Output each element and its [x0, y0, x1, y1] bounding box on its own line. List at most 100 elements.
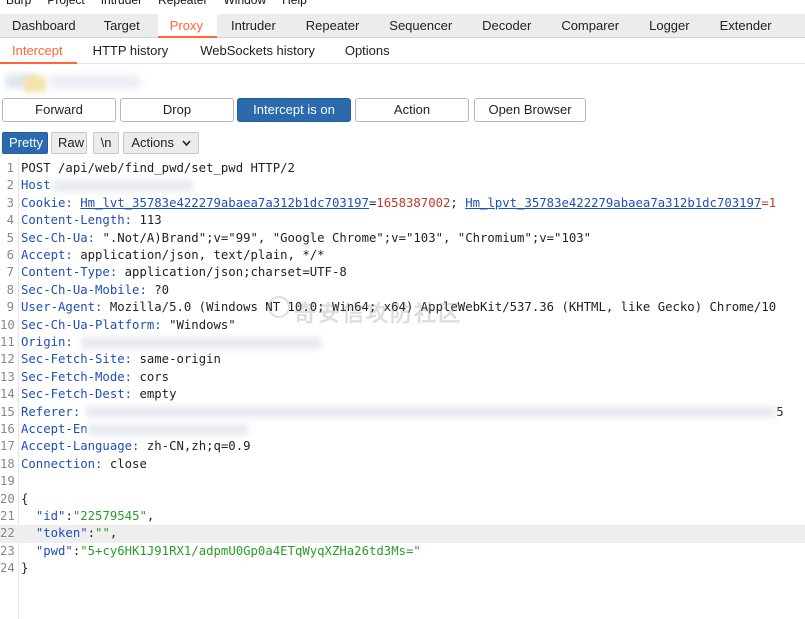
pretty-button[interactable]: Pretty	[2, 132, 48, 154]
intercept-toggle-button[interactable]: Intercept is on	[237, 98, 351, 122]
forward-button[interactable]: Forward	[2, 98, 116, 122]
code-line: 21 "id":"22579545",	[0, 508, 805, 525]
code-line: 11 Origin:	[0, 334, 805, 351]
header-key: Content-Length:	[21, 213, 133, 228]
action-button[interactable]: Action	[355, 98, 469, 122]
tab-sequencer[interactable]: Sequencer	[373, 14, 466, 38]
header-value: ".Not/A)Brand";v="99", "Google Chrome";v…	[95, 230, 592, 245]
header-key: Accept:	[21, 248, 73, 262]
tab-logger[interactable]: Logger	[633, 14, 705, 38]
line-number: 1	[6, 161, 14, 175]
line-number: 19	[0, 474, 15, 489]
tab-repeater[interactable]: Repeater	[290, 14, 373, 38]
code-line: 16 Accept-En	[0, 421, 805, 438]
header-value: cors	[132, 369, 170, 384]
header-value: application/json, text/plain, */*	[72, 248, 325, 262]
code-line: 20 {	[0, 491, 805, 508]
header-key: Accept-En	[21, 422, 88, 436]
line-number: 18	[0, 456, 15, 471]
header-value: zh-CN,zh;q=0.9	[139, 439, 251, 454]
request-editor[interactable]: 1 POST /api/web/find_pwd/set_pwd HTTP/2 2…	[0, 158, 805, 619]
menu-help[interactable]: Help	[276, 0, 317, 10]
code-line: 5 Sec-Ch-Ua: ".Not/A)Brand";v="99", "Goog…	[0, 230, 805, 247]
header-key: Sec-Fetch-Mode:	[21, 369, 133, 384]
tab-comparer[interactable]: Comparer	[545, 14, 633, 38]
code-line-highlighted: 22 "token":"",	[0, 525, 805, 543]
open-browser-button[interactable]: Open Browser	[474, 98, 586, 122]
tab-http-history[interactable]: HTTP history	[77, 40, 185, 64]
redacted-block	[50, 76, 140, 88]
code-line: 7 Content-Type: application/json;charset=…	[0, 264, 805, 281]
code-line: 13 Sec-Fetch-Mode: cors	[0, 369, 805, 386]
line-number: 6	[6, 248, 14, 262]
tab-dashboard[interactable]: Dashboard	[0, 14, 88, 38]
header-key: Connection:	[21, 456, 103, 471]
header-key: Sec-Ch-Ua-Platform:	[21, 317, 162, 332]
line-number: 15	[0, 404, 15, 419]
menu-bar: Burp Project Intruder Repeater Window He…	[0, 0, 805, 10]
menu-burp[interactable]: Burp	[0, 0, 41, 10]
tab-intercept[interactable]: Intercept	[0, 40, 77, 64]
header-key: Origin:	[21, 335, 73, 349]
header-value: 113	[132, 213, 162, 228]
code-line: 14 Sec-Fetch-Dest: empty	[0, 386, 805, 403]
header-value: empty	[132, 387, 177, 402]
line-number: 21	[0, 509, 15, 523]
request-line: POST /api/web/find_pwd/set_pwd HTTP/2	[21, 161, 295, 175]
line-number: 23	[0, 543, 15, 558]
editor-actions-menu[interactable]: Actions	[123, 132, 199, 154]
code-line: 4 Content-Length: 113	[0, 212, 805, 229]
line-number: 22	[0, 526, 15, 541]
json-colon: :	[87, 526, 96, 541]
header-key: Host	[21, 178, 51, 193]
redacted-block	[87, 423, 248, 436]
header-key: Sec-Fetch-Dest:	[21, 387, 133, 402]
header-key: Sec-Ch-Ua:	[21, 230, 96, 245]
newline-toggle-button[interactable]: \n	[93, 132, 119, 154]
line-number: 3	[6, 195, 14, 210]
header-key: Accept-Language:	[21, 439, 140, 454]
header-value: close	[102, 456, 147, 471]
tab-intruder[interactable]: Intruder	[217, 14, 290, 38]
line-number: 14	[0, 387, 15, 402]
redacted-block	[52, 179, 193, 192]
header-key: Sec-Ch-Ua-Mobile:	[21, 282, 147, 297]
line-number: 11	[0, 335, 15, 349]
raw-button[interactable]: Raw	[51, 132, 87, 154]
menu-repeater[interactable]: Repeater	[152, 0, 217, 10]
redacted-block	[86, 406, 777, 419]
header-key: Sec-Fetch-Site:	[21, 352, 133, 367]
menu-project[interactable]: Project	[41, 0, 94, 10]
json-brace: }	[21, 561, 29, 576]
json-key: "id"	[35, 509, 66, 523]
tab-proxy[interactable]: Proxy	[157, 14, 217, 38]
tab-options[interactable]: Options	[329, 40, 404, 64]
code-line: 6 Accept: application/json, text/plain, *…	[0, 247, 805, 264]
code-line: 17 Accept-Language: zh-CN,zh;q=0.9	[0, 438, 805, 455]
json-value: ""	[95, 526, 110, 541]
json-value: "5+cy6HK1J91RX1/adpmU0Gp0a4ETqWyqXZHa26t…	[80, 543, 421, 558]
header-value: 5	[776, 404, 784, 419]
line-number: 2	[6, 178, 14, 193]
cookie-value: 1658387002	[376, 195, 451, 210]
cookie-name: Hm_lvt_35783e422279abaea7a312b1dc703197	[80, 195, 369, 210]
menu-window[interactable]: Window	[217, 0, 276, 10]
watermark-logo-icon	[268, 296, 290, 318]
code-line: 18 Connection: close	[0, 456, 805, 473]
code-line: 2 Host	[0, 177, 805, 194]
tab-target[interactable]: Target	[88, 14, 158, 38]
tab-decoder[interactable]: Decoder	[466, 14, 545, 38]
line-number: 13	[0, 369, 15, 384]
editor-actions-label: Actions	[131, 135, 174, 150]
line-number: 8	[6, 282, 14, 297]
tab-extender[interactable]: Extender	[706, 14, 784, 38]
json-value: "22579545"	[72, 509, 147, 523]
chevron-down-icon	[182, 133, 191, 153]
menu-intruder[interactable]: Intruder	[95, 0, 152, 10]
tab-websockets-history[interactable]: WebSockets history	[184, 40, 329, 64]
drop-button[interactable]: Drop	[120, 98, 234, 122]
json-comma: ,	[109, 526, 118, 541]
redacted-block	[80, 336, 321, 349]
request-info-redacted	[0, 66, 805, 96]
message-editor-toolbar: Pretty Raw \n Actions	[0, 132, 805, 154]
